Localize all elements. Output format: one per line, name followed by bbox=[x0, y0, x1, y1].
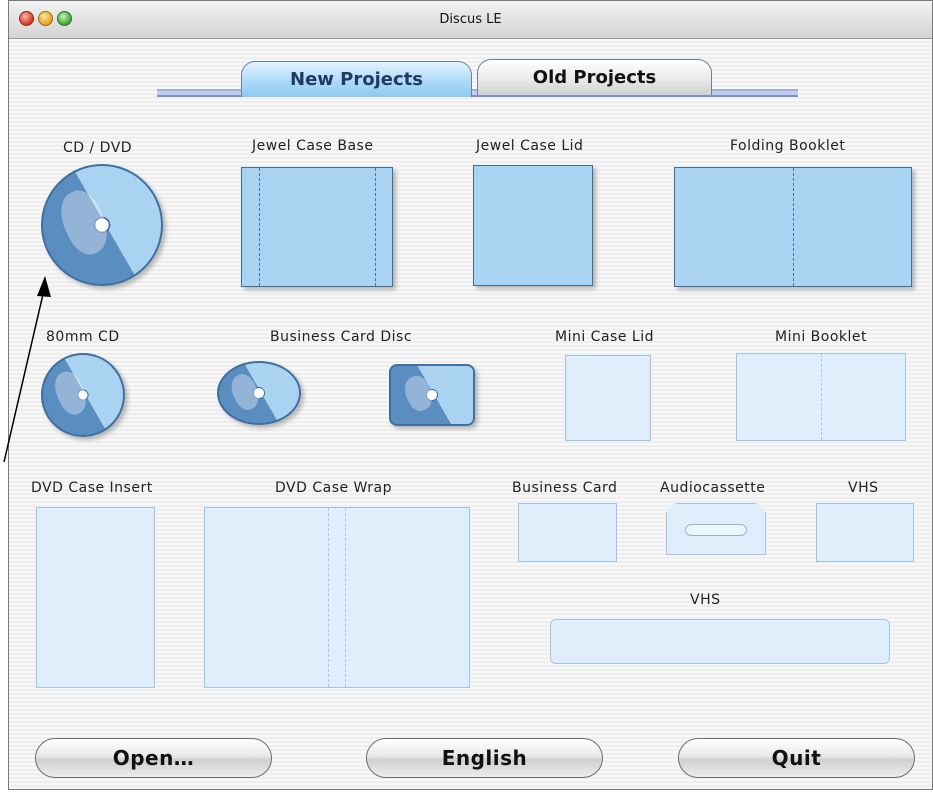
pointer-arrow-icon bbox=[3, 276, 51, 463]
